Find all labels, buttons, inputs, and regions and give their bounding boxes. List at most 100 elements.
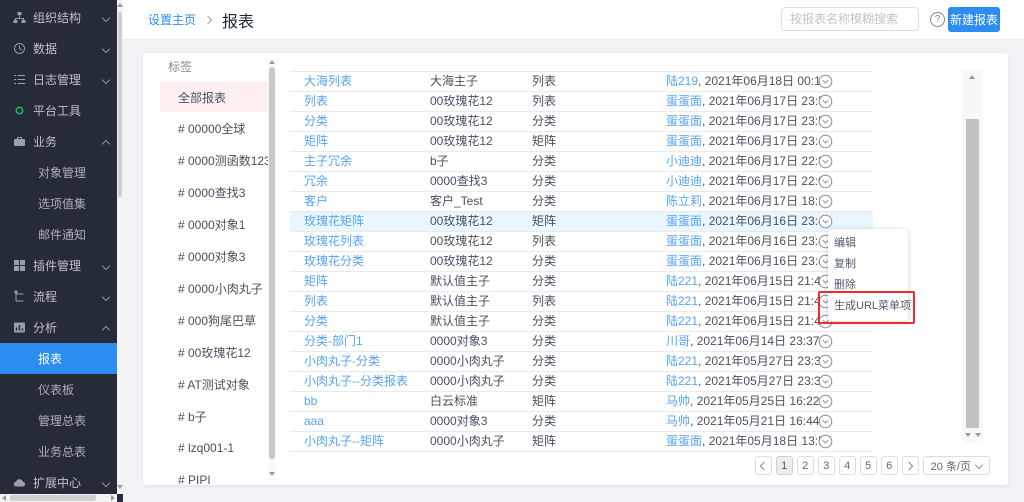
table-row[interactable]: 玫瑰花矩阵 00玫瑰花12 矩阵 蛋蛋面2021年06月16日 23:48: [290, 212, 873, 232]
report-name-link[interactable]: 分类-部门1: [304, 332, 363, 351]
owner-link[interactable]: 陆221: [666, 294, 698, 308]
table-row[interactable]: 玫瑰花分类 00玫瑰花12 分类 蛋蛋面2021年06月16日 23:46: [290, 252, 873, 272]
sidebar-item-business-summary[interactable]: 业务总表: [0, 436, 117, 467]
scrollbar-thumb[interactable]: [269, 67, 275, 459]
page-size-select[interactable]: 20 条/页: [923, 456, 990, 475]
scrollbar-thumb[interactable]: [118, 12, 122, 197]
row-actions-button[interactable]: [818, 214, 833, 229]
page-number-button[interactable]: 2: [797, 456, 814, 475]
table-row[interactable]: 小肉丸子-分类 0000小肉丸子 分类 陆2212021年05月27日 23:3…: [290, 352, 873, 372]
tag-item[interactable]: # 00000全球: [160, 112, 268, 144]
sidebar-item-dashboard[interactable]: 仪表板: [0, 374, 117, 405]
menu-item-edit[interactable]: 编辑: [828, 233, 908, 254]
scrollbar-thumb[interactable]: [10, 495, 96, 501]
row-actions-button[interactable]: [818, 114, 833, 129]
owner-link[interactable]: 蛋蛋面: [666, 134, 702, 148]
tag-all-reports[interactable]: 全部报表: [160, 82, 268, 112]
help-icon[interactable]: ?: [930, 12, 945, 27]
sidebar-item-reports[interactable]: 报表: [0, 343, 117, 374]
owner-link[interactable]: 小迪迪: [666, 154, 702, 168]
row-actions-button[interactable]: [818, 94, 833, 109]
scroll-down-arrow-icon[interactable]: [965, 433, 971, 437]
report-name-link[interactable]: 小肉丸子--分类报表: [304, 372, 408, 391]
owner-link[interactable]: 陆221: [666, 374, 698, 388]
owner-link[interactable]: 陈立莉: [666, 194, 702, 208]
page-number-button[interactable]: 1: [776, 456, 793, 475]
scroll-left-arrow-icon[interactable]: [2, 495, 6, 501]
table-row[interactable]: 列表 00玫瑰花12 列表 蛋蛋面2021年06月17日 23:53: [290, 92, 873, 112]
owner-link[interactable]: 蛋蛋面: [666, 254, 702, 268]
row-actions-button[interactable]: [818, 194, 833, 209]
page-number-button[interactable]: 6: [881, 456, 898, 475]
scroll-down-arrow-icon[interactable]: [269, 472, 275, 476]
menu-item-copy[interactable]: 复制: [828, 254, 908, 275]
row-actions-button[interactable]: [818, 334, 833, 349]
owner-link[interactable]: 蛋蛋面: [666, 434, 702, 448]
tag-item[interactable]: # 0000小肉丸子: [160, 272, 268, 304]
report-name-link[interactable]: aaa: [304, 412, 324, 431]
row-actions-button[interactable]: [818, 434, 833, 449]
row-actions-button[interactable]: [818, 354, 833, 369]
report-name-link[interactable]: 玫瑰花列表: [304, 232, 364, 251]
sidebar-item-log-management[interactable]: 日志管理: [0, 64, 117, 95]
sidebar-horizontal-scrollbar[interactable]: [0, 494, 117, 502]
report-name-link[interactable]: 矩阵: [304, 132, 328, 151]
report-name-link[interactable]: 主子冗余: [304, 152, 352, 171]
table-row[interactable]: 分类 00玫瑰花12 分类 蛋蛋面2021年06月17日 23:52: [290, 112, 873, 132]
owner-link[interactable]: 陆221: [666, 314, 698, 328]
table-row[interactable]: 小肉丸子--矩阵 0000小肉丸子 矩阵 蛋蛋面2021年05月18日 13:5…: [290, 432, 873, 452]
scroll-up-arrow-icon[interactable]: [269, 60, 275, 64]
table-row[interactable]: 大海列表 大海主子 列表 陆2192021年06月18日 00:10: [290, 72, 873, 92]
tag-item[interactable]: # 0000对象1: [160, 208, 268, 240]
report-name-link[interactable]: 矩阵: [304, 272, 328, 291]
owner-link[interactable]: 马帅: [666, 394, 690, 408]
row-actions-button[interactable]: [818, 414, 833, 429]
tag-item[interactable]: # 0000对象3: [160, 240, 268, 272]
tag-item[interactable]: # 00玫瑰花12: [160, 336, 268, 368]
page-number-button[interactable]: 3: [818, 456, 835, 475]
row-actions-button[interactable]: [818, 374, 833, 389]
report-name-link[interactable]: 列表: [304, 92, 328, 111]
tag-item[interactable]: # AT测试对象: [160, 368, 268, 400]
report-name-link[interactable]: 客户: [304, 192, 328, 211]
sidebar-item-plugin-management[interactable]: 插件管理: [0, 250, 117, 281]
row-actions-button[interactable]: [818, 74, 833, 89]
page-number-button[interactable]: 5: [860, 456, 877, 475]
sidebar-item-data[interactable]: 数据: [0, 33, 117, 64]
owner-link[interactable]: 马帅: [666, 414, 690, 428]
table-row[interactable]: bb 白云标准 矩阵 马帅2021年05月25日 16:22: [290, 392, 873, 412]
owner-link[interactable]: 蛋蛋面: [666, 114, 702, 128]
tag-item[interactable]: # 000狗尾巴草: [160, 304, 268, 336]
sidebar-item-email-notification[interactable]: 邮件通知: [0, 219, 117, 250]
table-row[interactable]: 冗余 0000查找3 分类 小迪迪2021年06月17日 22:04: [290, 172, 873, 192]
owner-link[interactable]: 陆221: [666, 274, 698, 288]
tags-scrollbar[interactable]: [268, 58, 276, 480]
table-row[interactable]: 矩阵 默认值主子 分类 陆2212021年06月15日 21:49: [290, 272, 873, 292]
owner-link[interactable]: 蛋蛋面: [666, 94, 702, 108]
owner-link[interactable]: 川哥: [666, 334, 690, 348]
table-row[interactable]: 主子冗余 b子 分类 小迪迪2021年06月17日 22:38: [290, 152, 873, 172]
row-actions-button[interactable]: [818, 154, 833, 169]
page-number-button[interactable]: 4: [839, 456, 856, 475]
table-row[interactable]: 矩阵 00玫瑰花12 矩阵 蛋蛋面2021年06月17日 23:48: [290, 132, 873, 152]
scrollbar-thumb[interactable]: [966, 119, 979, 428]
owner-link[interactable]: 小迪迪: [666, 174, 702, 188]
table-vertical-scrollbar[interactable]: [962, 70, 983, 443]
report-search-input[interactable]: [781, 7, 919, 31]
report-name-link[interactable]: 大海列表: [304, 72, 352, 91]
menu-item-generate-url[interactable]: 生成URL菜单项: [828, 296, 908, 317]
table-row[interactable]: 列表 默认值主子 列表 陆2212021年06月15日 21:48: [290, 292, 873, 312]
report-name-link[interactable]: 小肉丸子-分类: [304, 352, 380, 371]
report-name-link[interactable]: 分类: [304, 112, 328, 131]
sidebar-item-org-structure[interactable]: 组织结构: [0, 2, 117, 33]
table-row[interactable]: 分类-部门1 0000对象3 分类 川哥2021年06月14日 23:37: [290, 332, 873, 352]
tag-item[interactable]: # PIPI: [160, 464, 268, 485]
report-name-link[interactable]: bb: [304, 392, 317, 411]
sidebar-item-object-management[interactable]: 对象管理: [0, 157, 117, 188]
owner-link[interactable]: 蛋蛋面: [666, 234, 702, 248]
scroll-right-arrow-icon[interactable]: [111, 495, 115, 501]
owner-link[interactable]: 陆219: [666, 74, 698, 88]
sidebar-item-platform-tools[interactable]: 平台工具: [0, 95, 117, 126]
report-name-link[interactable]: 冗余: [304, 172, 328, 191]
scroll-up-arrow-icon[interactable]: [969, 75, 975, 79]
